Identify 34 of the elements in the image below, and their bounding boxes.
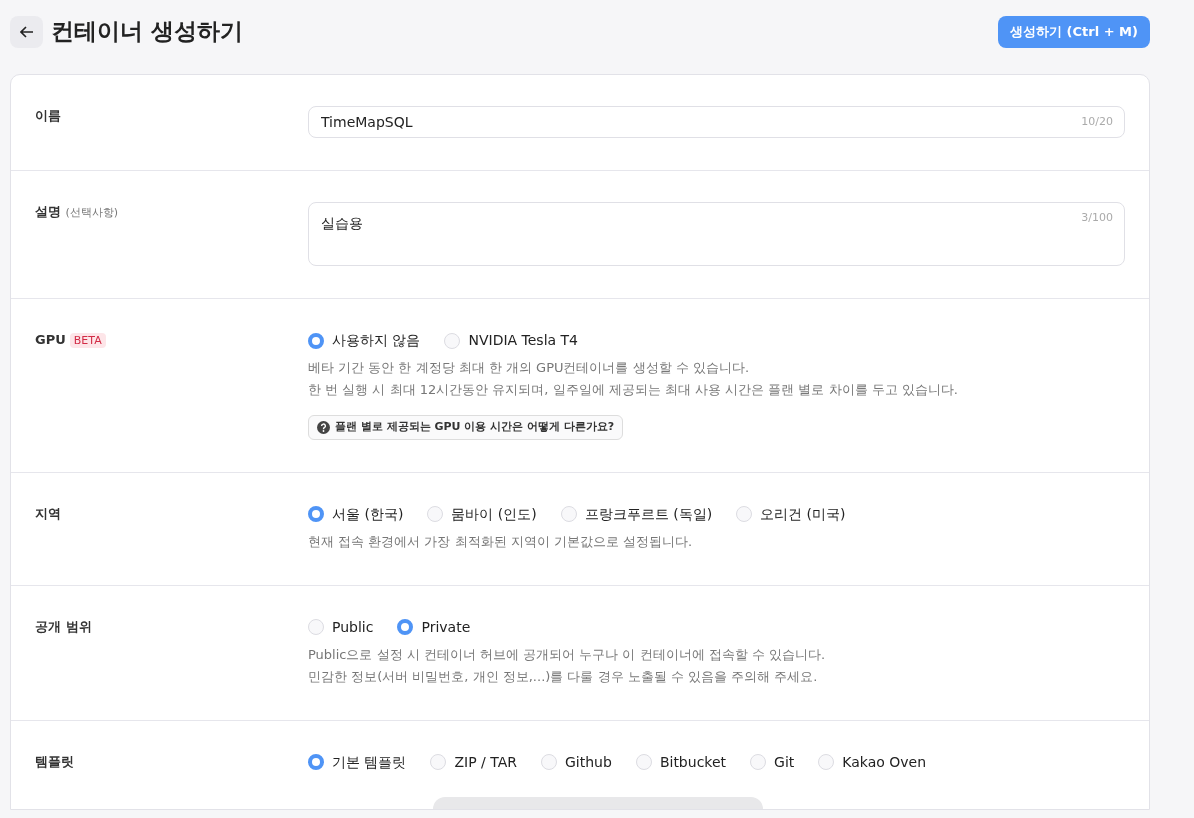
help-icon [317, 420, 330, 434]
page-title: 컨테이너 생성하기 [51, 18, 243, 46]
radio-option[interactable]: 사용하지 않음 [308, 330, 421, 351]
radio-option[interactable]: Private [397, 616, 471, 638]
radio-option[interactable]: NVIDIA Tesla T4 [444, 330, 579, 351]
field-label: 템플릿 [35, 753, 74, 769]
radio-option[interactable]: 오리건 (미국) [736, 503, 846, 525]
field-label: GPU [35, 332, 66, 347]
info-button[interactable]: 플랜 별로 제공되는 GPU 이용 시간은 어떻게 다른가요? [308, 415, 624, 440]
field-label: 지역 [35, 505, 61, 521]
radio-option[interactable]: Git [750, 751, 795, 773]
radio-option[interactable]: ZIP / TAR [430, 751, 517, 773]
radio-option[interactable]: 서울 (한국) [308, 503, 404, 525]
optional-note: (선택사항) [65, 206, 119, 219]
help-text: 민감한 정보(서버 비밀번호, 개인 정보,...)를 다룰 경우 노출될 수 있음을 주의해 주세요. [308, 667, 819, 686]
help-text: 베타 기간 동안 한 계정당 최대 한 개의 GPU컨테이너를 생성할 수 있습니다. [308, 359, 751, 377]
help-text: 한 번 실행 시 최대 12시간동안 유지되며, 일주일에 제공되는 최대 사용 시간은 플랜 별로 차이를 두고 있습니다. [308, 381, 959, 399]
back-arrow-icon [19, 26, 34, 38]
char-counter: 3/100 [1081, 210, 1113, 226]
back-button[interactable] [10, 16, 43, 48]
beta-tag: BETA [69, 333, 106, 348]
radio-option[interactable]: 기본 템플릿 [308, 751, 407, 773]
char-counter: 10/20 [1081, 114, 1113, 130]
radio-option[interactable]: 뭄바이 (인도) [427, 503, 537, 525]
radio-option[interactable]: Github [541, 751, 612, 773]
radio-option[interactable]: Bitbucket [635, 751, 727, 773]
radio-option[interactable]: Kakao Oven [818, 751, 927, 773]
field-label: 이름 [35, 108, 61, 123]
field-label: 설명 [35, 204, 61, 219]
help-text: 현재 접속 환경에서 가장 최적화된 지역이 기본값으로 설정됩니다. [308, 532, 694, 551]
field-label: 공개 범위 [35, 618, 92, 634]
radio-option[interactable]: 프랑크푸르트 (독일) [560, 503, 713, 525]
help-text: Public으로 설정 시 컨테이너 허브에 공개되어 누구나 이 컨테이너에 접속할 수 있습니다. [308, 645, 827, 664]
radio-option[interactable]: Public [308, 616, 374, 638]
